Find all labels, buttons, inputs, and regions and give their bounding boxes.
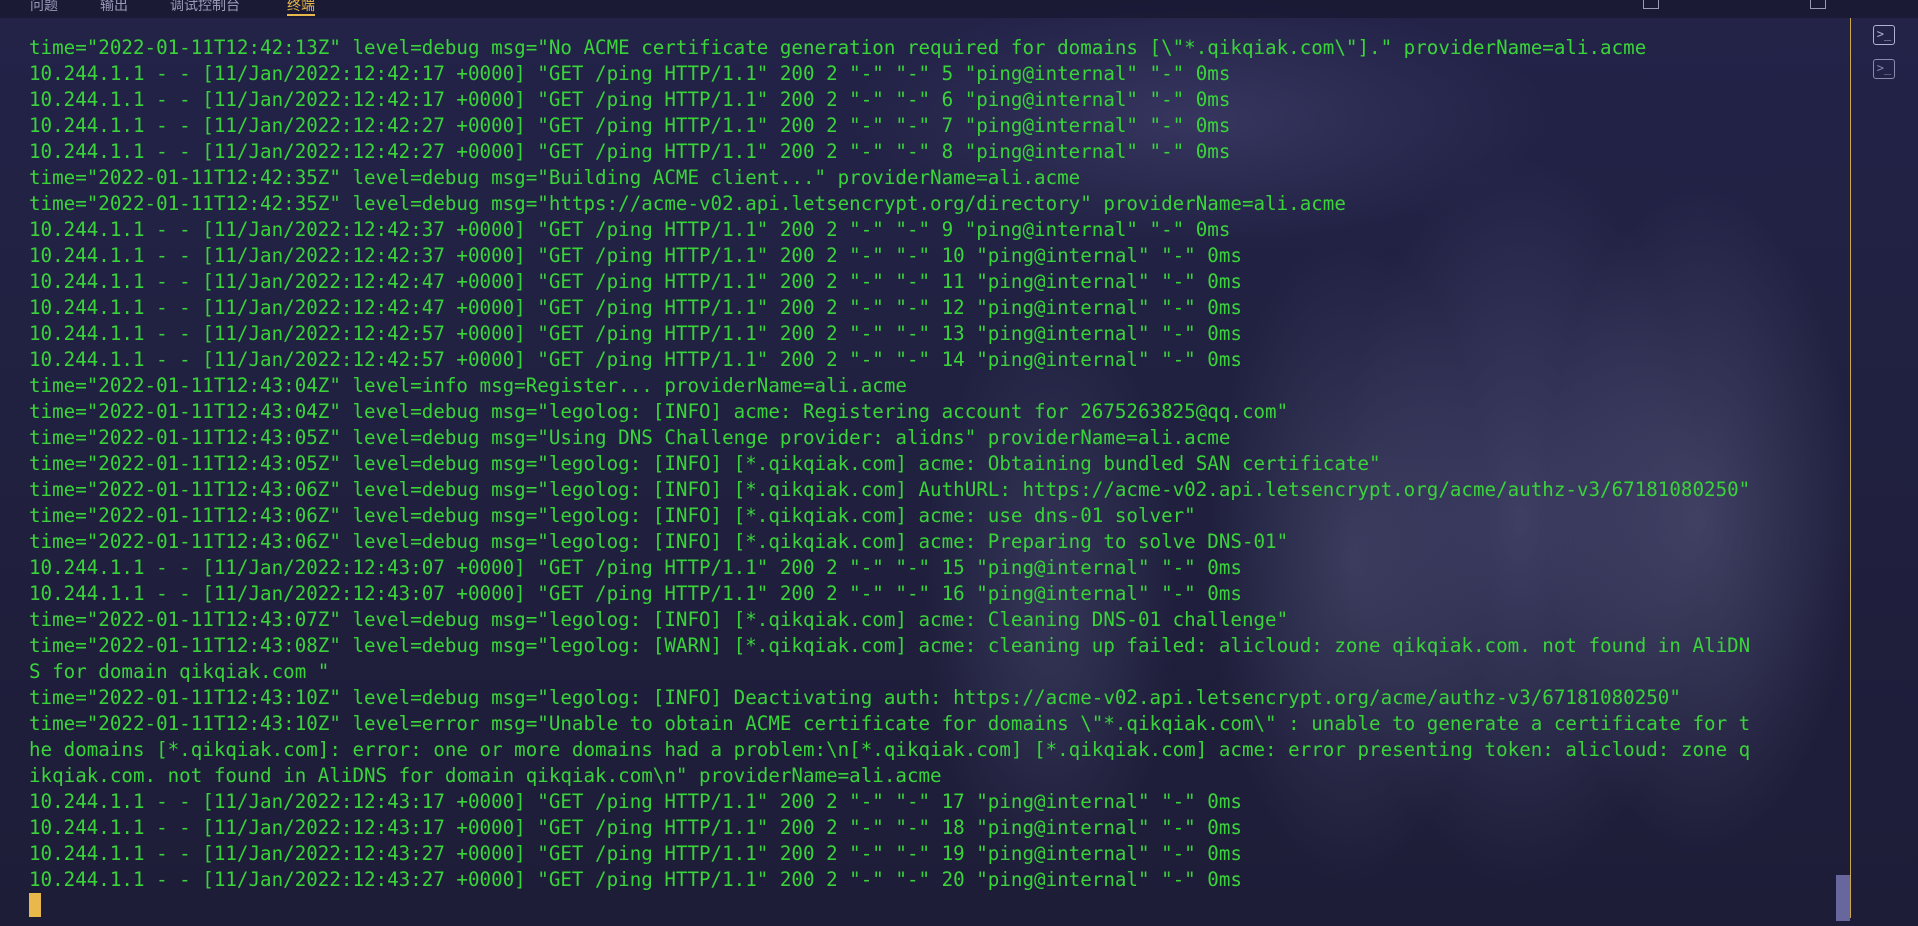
terminal-line: time="2022-01-11T12:42:35Z" level=debug … xyxy=(29,192,1346,215)
terminal-list-divider xyxy=(1850,18,1851,918)
terminal-line: 10.244.1.1 - - [11/Jan/2022:12:42:27 +00… xyxy=(29,114,1231,137)
tab-debug-console[interactable]: 调试控制台 xyxy=(170,0,240,14)
terminal-line: 10.244.1.1 - - [11/Jan/2022:12:42:37 +00… xyxy=(29,218,1231,241)
terminal-line: 10.244.1.1 - - [11/Jan/2022:12:43:17 +00… xyxy=(29,816,1242,839)
terminal-line: S for domain qikqiak.com " xyxy=(29,660,330,683)
terminal-line: 10.244.1.1 - - [11/Jan/2022:12:42:47 +00… xyxy=(29,270,1242,293)
terminal-icon[interactable]: >_ xyxy=(1873,25,1895,45)
terminal-line: 10.244.1.1 - - [11/Jan/2022:12:43:07 +00… xyxy=(29,582,1242,605)
terminal-line: ikqiak.com. not found in AliDNS for doma… xyxy=(29,764,942,787)
terminal-line: 10.244.1.1 - - [11/Jan/2022:12:42:27 +00… xyxy=(29,140,1231,163)
terminal-line: time="2022-01-11T12:43:10Z" level=debug … xyxy=(29,686,1681,709)
split-terminal-icon[interactable] xyxy=(1643,0,1659,9)
terminal-icon[interactable]: >_ xyxy=(1873,59,1895,79)
terminal-line: time="2022-01-11T12:43:05Z" level=debug … xyxy=(29,452,1381,475)
terminal-line: time="2022-01-11T12:43:07Z" level=debug … xyxy=(29,608,1289,631)
terminal-line: 10.244.1.1 - - [11/Jan/2022:12:43:17 +00… xyxy=(29,790,1242,813)
terminal-line: time="2022-01-11T12:43:10Z" level=error … xyxy=(29,712,1751,735)
terminal-line: he domains [*.qikqiak.com]: error: one o… xyxy=(29,738,1751,761)
terminal-line: time="2022-01-11T12:43:06Z" level=debug … xyxy=(29,530,1289,553)
tab-output[interactable]: 输出 xyxy=(100,0,128,14)
terminal-line: 10.244.1.1 - - [11/Jan/2022:12:42:47 +00… xyxy=(29,296,1242,319)
terminal-line: time="2022-01-11T12:43:04Z" level=debug … xyxy=(29,400,1289,423)
terminal-line: 10.244.1.1 - - [11/Jan/2022:12:42:17 +00… xyxy=(29,88,1231,111)
terminal-line: 10.244.1.1 - - [11/Jan/2022:12:43:07 +00… xyxy=(29,556,1242,579)
maximize-panel-icon[interactable] xyxy=(1810,0,1826,9)
tab-terminal[interactable]: 终端 xyxy=(287,0,315,16)
terminal-line: time="2022-01-11T12:43:06Z" level=debug … xyxy=(29,478,1751,501)
active-tab-indicator xyxy=(287,14,315,16)
terminal-line: time="2022-01-11T12:43:05Z" level=debug … xyxy=(29,426,1231,449)
terminal-line: time="2022-01-11T12:42:35Z" level=debug … xyxy=(29,166,1081,189)
terminal-line: 10.244.1.1 - - [11/Jan/2022:12:43:27 +00… xyxy=(29,868,1242,891)
terminal-line: time="2022-01-11T12:43:04Z" level=info m… xyxy=(29,374,907,397)
terminal-line: time="2022-01-11T12:43:06Z" level=debug … xyxy=(29,504,1196,527)
terminal-scrollbar-thumb[interactable] xyxy=(1836,875,1850,921)
terminal-line: 10.244.1.1 - - [11/Jan/2022:12:42:57 +00… xyxy=(29,348,1242,371)
terminal-line: 10.244.1.1 - - [11/Jan/2022:12:42:57 +00… xyxy=(29,322,1242,345)
panel-tab-bar: 问题 输出 调试控制台 终端 xyxy=(0,0,1918,18)
terminal-line: 10.244.1.1 - - [11/Jan/2022:12:42:17 +00… xyxy=(29,62,1231,85)
tab-terminal-label: 终端 xyxy=(287,0,315,14)
terminal-cursor xyxy=(29,893,41,917)
tab-problems[interactable]: 问题 xyxy=(30,0,58,14)
terminal-line: time="2022-01-11T12:43:08Z" level=debug … xyxy=(29,634,1751,657)
chevron-icon[interactable] xyxy=(1710,0,1724,8)
terminal-line: 10.244.1.1 - - [11/Jan/2022:12:43:27 +00… xyxy=(29,842,1242,865)
terminal-line: 10.244.1.1 - - [11/Jan/2022:12:42:37 +00… xyxy=(29,244,1242,267)
terminal-output[interactable]: time="2022-01-11T12:42:13Z" level=debug … xyxy=(29,35,1821,893)
terminal-line: time="2022-01-11T12:42:13Z" level=debug … xyxy=(29,36,1647,59)
